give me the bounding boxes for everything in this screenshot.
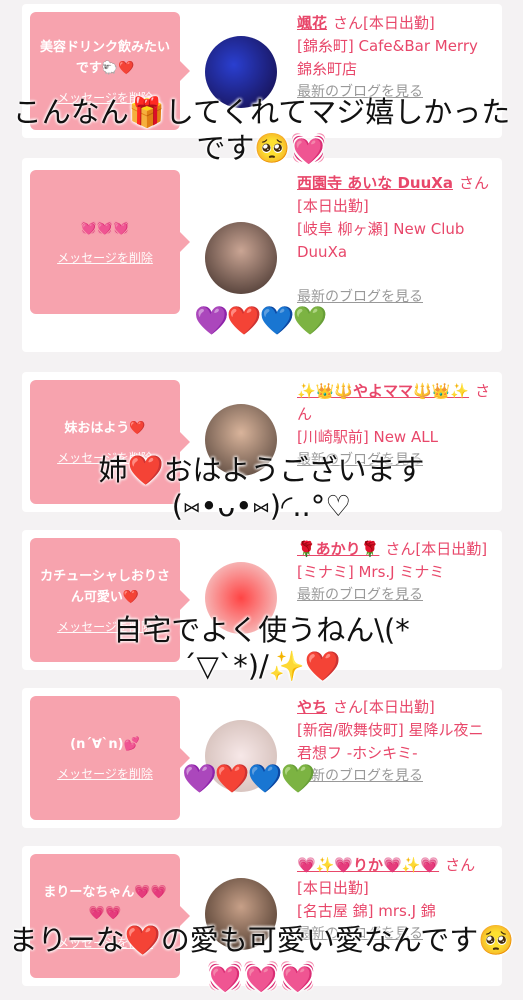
- shop-name: [新宿/歌舞伎町] 星降ル夜ニ君想フ -ホシキミ-: [297, 721, 484, 762]
- cast-name-link[interactable]: やち: [297, 698, 327, 716]
- delete-message-link[interactable]: メッセージを削除: [57, 249, 153, 266]
- message-text: 💓💓💓: [80, 221, 130, 236]
- caption-overlay: こんなん🎁してくれてマジ嬉しかったです🥺💓: [12, 95, 511, 165]
- message-bubble: 💓💓💓 メッセージを削除: [30, 170, 190, 314]
- shop-name: [名古屋 錦] mrs.J 錦: [297, 902, 436, 920]
- shop-name: [岐阜 柳ヶ瀬] New Club DuuXa: [297, 220, 465, 261]
- message-text: カチューシャしおりさん可愛い❤️: [40, 568, 170, 605]
- hearts-sticker: 💜❤️💙💚: [182, 762, 315, 795]
- shop-name: [錦糸町] Cafe&Bar Merry 錦糸町店: [297, 37, 478, 78]
- caption-overlay: まりーな❤️の愛も可愛い愛なんです🥺💓💓💓: [8, 923, 515, 993]
- blog-link[interactable]: 最新のブログを見る: [297, 286, 492, 309]
- hearts-sticker: 💜❤️💙💚: [194, 304, 327, 337]
- message-card: 💓💓💓 メッセージを削除 西園寺 あいな DuuXa さん[本日出勤] [岐阜 柳…: [22, 158, 502, 352]
- cast-name-link[interactable]: 💗✨💗りか💗✨💗: [297, 856, 439, 874]
- blog-link[interactable]: 最新のブログを見る: [297, 584, 492, 607]
- caption-overlay: 姉❤️おはようございます(⑅•ᴗ•⑅)◜..°♡: [98, 453, 425, 523]
- caption-overlay: 自宅でよく使うねん\(*´▽`*)/✨❤️: [113, 613, 410, 683]
- delete-message-link[interactable]: メッセージを削除: [57, 765, 153, 782]
- blog-link[interactable]: 最新のブログを見る: [297, 765, 492, 788]
- message-text: 妹おはよう❤️: [64, 421, 146, 436]
- shop-name: [川崎駅前] New ALL: [297, 428, 438, 446]
- message-bubble: (n´∀`n)💕 メッセージを削除: [30, 696, 190, 820]
- cast-status: さん[本日出勤]: [333, 698, 435, 716]
- cast-info: 颯花 さん[本日出勤] [錦糸町] Cafe&Bar Merry 錦糸町店 最新の…: [297, 12, 492, 104]
- message-text: まりーなちゃん💗💗💗💗: [43, 884, 167, 921]
- message-text: 美容ドリンク飲みたいです🐑❤️: [39, 39, 170, 76]
- cast-name-link[interactable]: 西園寺 あいな DuuXa: [297, 174, 453, 192]
- cast-name-link[interactable]: 🌹あかり🌹: [297, 540, 379, 558]
- cast-name-link[interactable]: ✨👑🔱やよママ🔱👑✨: [297, 382, 469, 400]
- cast-info: 🌹あかり🌹 さん[本日出勤] [ミナミ] Mrs.J ミナミ 最新のブログを見る: [297, 538, 492, 607]
- message-text: (n´∀`n)💕: [70, 737, 140, 752]
- cast-info: やち さん[本日出勤] [新宿/歌舞伎町] 星降ル夜ニ君想フ -ホシキミ- 最新の…: [297, 696, 492, 788]
- cast-status: さん[本日出勤]: [385, 540, 488, 558]
- cast-name-link[interactable]: 颯花: [297, 14, 327, 32]
- message-card: (n´∀`n)💕 メッセージを削除 やち さん[本日出勤] [新宿/歌舞伎町] 星…: [22, 688, 502, 828]
- shop-name: [ミナミ] Mrs.J ミナミ: [297, 563, 445, 581]
- cast-info: 西園寺 あいな DuuXa さん[本日出勤] [岐阜 柳ヶ瀬] New Club …: [297, 172, 492, 309]
- cast-status: さん[本日出勤]: [333, 14, 435, 32]
- avatar[interactable]: [205, 222, 277, 294]
